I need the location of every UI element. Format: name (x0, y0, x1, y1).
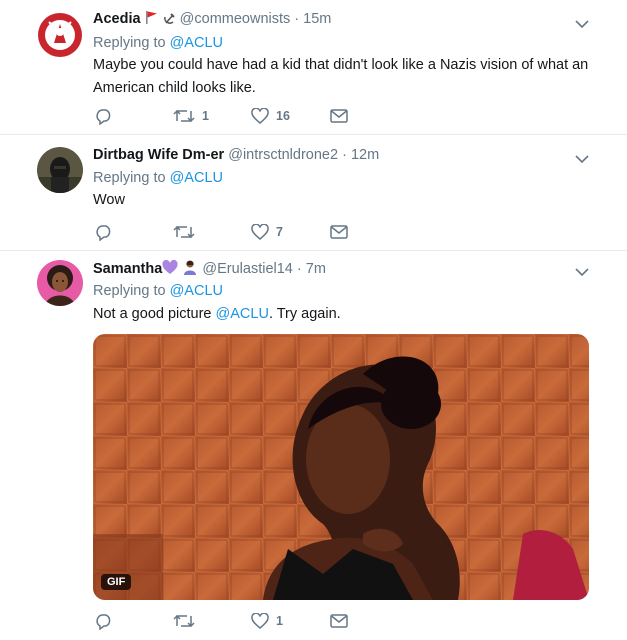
like-button[interactable]: 16 (251, 106, 290, 126)
dm-button[interactable] (330, 106, 348, 126)
like-icon (251, 613, 269, 629)
tweet-text-part: Not a good picture (93, 306, 216, 322)
hammer-sickle-icon (163, 12, 176, 30)
tweet-actions: 1 (93, 611, 393, 631)
retweet-count: 1 (202, 109, 209, 123)
reply-button[interactable] (95, 106, 113, 126)
tweet-text-part: . Try again. (268, 306, 341, 322)
tweet-text: Wow (93, 192, 125, 208)
replying-to-handle[interactable]: @ACLU (170, 35, 223, 51)
like-count: 7 (276, 225, 283, 239)
chevron-down-icon[interactable] (575, 264, 591, 277)
replying-to-label: Replying to (93, 170, 166, 186)
retweet-icon (173, 614, 195, 628)
tweet-text: Maybe you could have had a kid that didn… (93, 57, 589, 96)
reply-button[interactable] (95, 222, 113, 242)
like-count: 16 (276, 109, 290, 123)
flag-emoji-icon (145, 10, 159, 30)
tweet-header: Samantha @Erulastiel14 · 7m (93, 259, 326, 280)
reply-icon (96, 613, 111, 630)
tweet-actions: 7 (93, 222, 393, 242)
display-name[interactable]: Acedia (93, 11, 141, 27)
display-name[interactable]: Samantha (93, 261, 162, 277)
tweet-text: Not a good picture @ACLU. Try again. (93, 303, 593, 326)
separator-dot: · (294, 11, 300, 27)
retweet-icon (173, 109, 195, 123)
tweet-header: Dirtbag Wife Dm-er @intrsctnldrone2 · 12… (93, 146, 379, 164)
reply-button[interactable] (95, 611, 113, 631)
timestamp[interactable]: 12m (351, 147, 379, 163)
like-button[interactable]: 7 (251, 222, 283, 242)
handle[interactable]: @commeownists (180, 11, 291, 27)
like-count: 1 (276, 614, 283, 628)
gif-image (93, 334, 589, 600)
tweet-header: Acedia @commeownists · 15m (93, 10, 331, 30)
retweet-button[interactable] (173, 611, 195, 631)
gif-badge: GIF (101, 574, 132, 590)
replying-to-label: Replying to (93, 283, 166, 299)
avatar[interactable] (37, 260, 83, 306)
replying-to-handle[interactable]: @ACLU (170, 170, 223, 186)
chevron-down-icon[interactable] (575, 151, 591, 164)
replying-to-label: Replying to (93, 35, 166, 51)
dm-button[interactable] (330, 611, 348, 631)
avatar[interactable] (37, 147, 83, 193)
timestamp[interactable]: 7m (306, 261, 326, 277)
like-button[interactable]: 1 (251, 611, 283, 631)
avatar[interactable] (37, 12, 83, 58)
tweet[interactable]: Acedia @commeownists · 15m Replying to @… (0, 0, 627, 135)
handle[interactable]: @Erulastiel14 (202, 261, 292, 277)
replying-to: Replying to @ACLU (93, 169, 223, 187)
like-icon (251, 224, 269, 240)
dm-icon (330, 614, 348, 628)
tweet-actions: 1 16 (93, 106, 393, 126)
chevron-down-icon[interactable] (575, 16, 591, 29)
dm-button[interactable] (330, 222, 348, 242)
like-icon (251, 108, 269, 124)
gif-media[interactable]: GIF (93, 334, 589, 600)
mention-link[interactable]: @ACLU (216, 306, 269, 322)
dm-icon (330, 109, 348, 123)
separator-dot: · (342, 147, 347, 163)
retweet-button[interactable] (173, 222, 195, 242)
replying-to: Replying to @ACLU (93, 34, 223, 52)
retweet-icon (173, 225, 195, 239)
replying-to-handle[interactable]: @ACLU (170, 283, 223, 299)
tweet[interactable]: Dirtbag Wife Dm-er @intrsctnldrone2 · 12… (0, 135, 627, 251)
reply-icon (96, 108, 111, 125)
replying-to: Replying to @ACLU (93, 282, 223, 300)
display-name[interactable]: Dirtbag Wife Dm-er (93, 147, 224, 163)
reply-icon (96, 224, 111, 241)
dm-icon (330, 225, 348, 239)
person-bowing-icon (182, 259, 198, 280)
handle[interactable]: @intrsctnldrone2 (228, 147, 338, 163)
tweet[interactable]: Samantha @Erulastiel14 · 7m Replying to … (0, 251, 627, 640)
separator-dot: · (296, 261, 302, 277)
retweet-button[interactable]: 1 (173, 106, 209, 126)
timestamp[interactable]: 15m (303, 11, 331, 27)
purple-heart-icon (162, 259, 178, 280)
